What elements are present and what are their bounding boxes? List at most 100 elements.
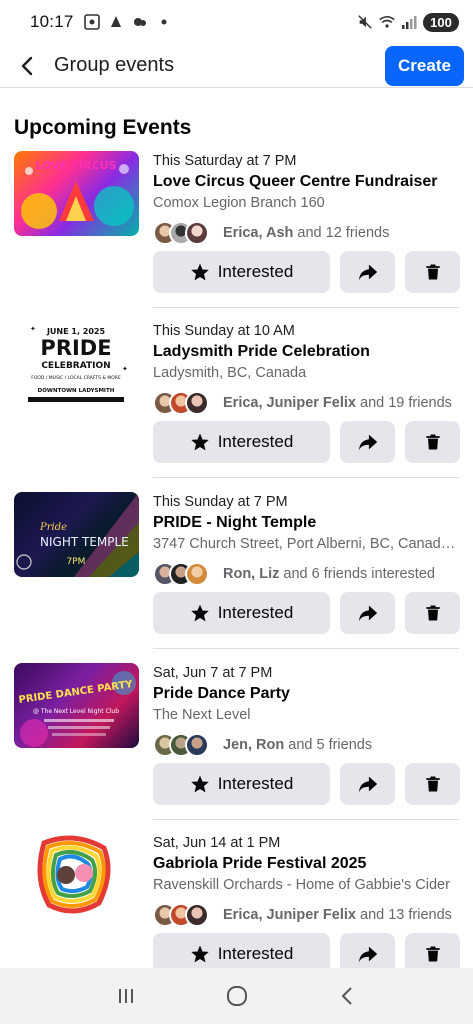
delete-button[interactable] (405, 592, 460, 634)
event-thumbnail[interactable] (14, 833, 139, 918)
thumb-title: NIGHT TEMPLE (40, 535, 129, 549)
event-card[interactable]: JUNE 1, 2025 PRIDE CELEBRATION FOOD / MU… (0, 321, 473, 492)
thumb-place: DOWNTOWN LADYSMITH (38, 388, 115, 394)
recent-apps-button[interactable] (106, 976, 146, 1016)
interested-button[interactable]: Interested (153, 251, 330, 293)
event-title[interactable]: Gabriola Pride Festival 2025 (153, 853, 463, 875)
friends-names: Erica, Ash (223, 225, 294, 241)
create-button[interactable]: Create (385, 45, 464, 86)
thumb-title: PRIDE (40, 336, 111, 360)
back-chevron-icon (341, 987, 352, 1005)
friends-names: Erica, Juniper Felix (223, 907, 356, 923)
interested-button[interactable]: Interested (153, 763, 330, 805)
event-location: Ravenskill Orchards - Home of Gabbie's C… (153, 877, 450, 893)
svg-text:✦: ✦ (122, 365, 128, 373)
event-card[interactable]: Sat, Jun 14 at 1 PM Gabriola Pride Festi… (0, 833, 473, 968)
event-title[interactable]: Ladysmith Pride Celebration (153, 341, 463, 363)
delete-button[interactable] (405, 933, 460, 968)
event-date: Sat, Jun 7 at 7 PM (153, 665, 273, 681)
event-date: Sat, Jun 14 at 1 PM (153, 835, 281, 851)
dot-icon (156, 14, 172, 30)
thumb-sub: @ The Next Level Night Club (33, 708, 119, 715)
star-icon (190, 775, 209, 793)
share-button[interactable] (340, 933, 395, 968)
friend-avatars (153, 562, 217, 586)
friends-going[interactable]: Jen, Ron and 5 friends (153, 732, 463, 758)
recent-apps-icon (118, 989, 133, 1003)
section-title: Upcoming Events (14, 116, 192, 139)
event-thumbnail[interactable]: LOVE CIRCUS (14, 151, 139, 236)
trash-icon (425, 946, 440, 962)
page-title: Group events (54, 54, 175, 76)
mute-icon (357, 14, 373, 30)
cloud-notification-icon (132, 14, 148, 30)
divider (153, 648, 459, 649)
battery-indicator: 100 (423, 12, 459, 32)
status-time: 10:17 (30, 12, 74, 31)
share-button[interactable] (340, 251, 395, 293)
thumb-time: 7PM (67, 557, 86, 567)
friends-count: and 12 friends (293, 225, 390, 241)
thumb-sub: CELEBRATION (41, 361, 110, 371)
event-location: 3747 Church Street, Port Alberni, BC, Ca… (153, 536, 463, 552)
interested-label: Interested (217, 603, 294, 622)
friend-avatars (153, 221, 217, 245)
interested-label: Interested (217, 262, 294, 281)
avatar (185, 221, 209, 245)
delete-button[interactable] (405, 251, 460, 293)
event-card[interactable]: PRIDE DANCE PARTY @ The Next Level Night… (0, 663, 473, 834)
share-arrow-icon (358, 264, 377, 281)
interested-button[interactable]: Interested (153, 933, 330, 968)
event-card[interactable]: LOVE CIRCUS This Saturday at 7 PM Love C… (0, 151, 473, 322)
app-notification-icon (108, 14, 124, 30)
trash-icon (425, 605, 440, 621)
screenshot-icon (83, 14, 100, 30)
thumb-tag: FOOD / MUSIC / LOCAL CRAFTS & MORE (31, 375, 121, 381)
share-button[interactable] (340, 763, 395, 805)
friends-names: Jen, Ron (223, 737, 285, 753)
share-arrow-icon (358, 434, 377, 451)
friends-names: Erica, Juniper Felix (223, 395, 356, 411)
avatar (185, 903, 209, 927)
trash-icon (425, 264, 440, 280)
avatar (185, 562, 209, 586)
status-bar: 10:17 100 (0, 0, 473, 44)
event-title[interactable]: Pride Dance Party (153, 683, 463, 705)
back-button[interactable] (6, 44, 50, 88)
signal-icon (401, 14, 417, 30)
home-button[interactable] (217, 976, 257, 1016)
system-nav-bar (0, 968, 473, 1024)
friends-going[interactable]: Ron, Liz and 6 friends interested (153, 561, 463, 587)
event-date: This Sunday at 7 PM (153, 494, 288, 510)
back-arrow-icon (21, 56, 33, 75)
event-thumbnail[interactable]: JUNE 1, 2025 PRIDE CELEBRATION FOOD / MU… (14, 321, 139, 406)
interested-button[interactable]: Interested (153, 592, 330, 634)
friends-going[interactable]: Erica, Juniper Felix and 13 friends (153, 902, 463, 928)
divider (153, 819, 459, 820)
app-header: Group events Create (0, 44, 473, 88)
home-icon (226, 986, 247, 1006)
event-date: This Saturday at 7 PM (153, 153, 297, 169)
interested-label: Interested (217, 774, 294, 793)
event-thumbnail[interactable]: PRIDE DANCE PARTY @ The Next Level Night… (14, 663, 139, 748)
thumb-text: LOVE CIRCUS (35, 159, 116, 172)
star-icon (190, 433, 209, 451)
event-thumbnail[interactable]: Pride NIGHT TEMPLE 7PM (14, 492, 139, 577)
delete-button[interactable] (405, 421, 460, 463)
system-back-button[interactable] (328, 976, 368, 1016)
share-button[interactable] (340, 592, 395, 634)
event-title[interactable]: Love Circus Queer Centre Fundraiser (153, 171, 463, 193)
delete-button[interactable] (405, 763, 460, 805)
interested-label: Interested (217, 432, 294, 451)
event-card[interactable]: Pride NIGHT TEMPLE 7PM This Sunday at 7 … (0, 492, 473, 663)
star-icon (190, 945, 209, 963)
share-button[interactable] (340, 421, 395, 463)
event-title[interactable]: PRIDE - Night Temple (153, 512, 463, 534)
friends-going[interactable]: Erica, Ash and 12 friends (153, 220, 463, 246)
event-location: Comox Legion Branch 160 (153, 195, 325, 211)
star-icon (190, 604, 209, 622)
friends-going[interactable]: Erica, Juniper Felix and 19 friends (153, 390, 463, 416)
trash-icon (425, 434, 440, 450)
interested-button[interactable]: Interested (153, 421, 330, 463)
share-arrow-icon (358, 776, 377, 793)
